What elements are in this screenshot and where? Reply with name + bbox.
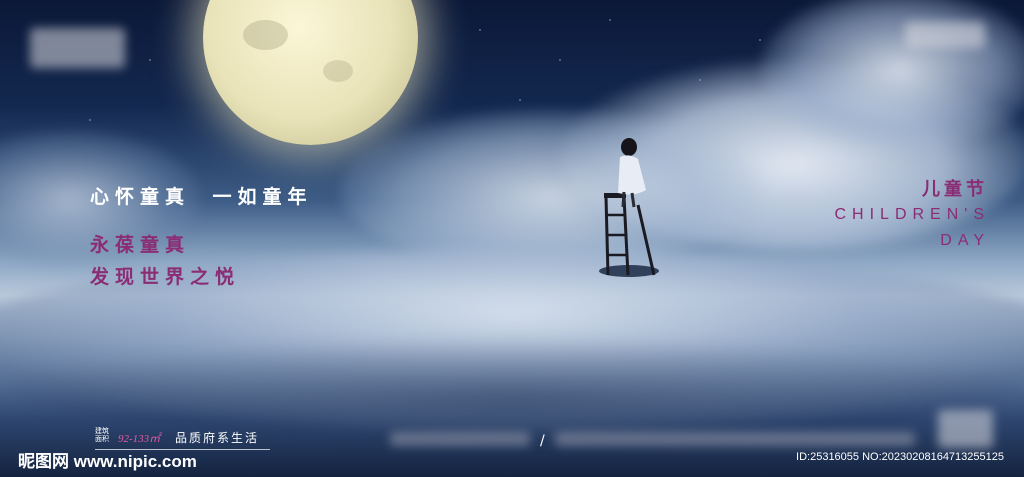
cloud-center: [340, 110, 760, 270]
headline-text: 心怀童真 一如童年: [90, 187, 313, 208]
blurred-info-1: [390, 432, 530, 446]
blurred-info-2: [555, 432, 915, 446]
blurred-logo-right: [905, 22, 985, 48]
area-label: 建筑 面积: [95, 428, 109, 443]
watermark-right: ID:25316055 NO:20230208164713255125: [796, 451, 1004, 463]
area-value: 92-133㎡: [118, 433, 161, 445]
footer-slogan: 品质府系生活: [175, 431, 260, 445]
watermark-left: 昵图网 www.nipic.com: [18, 452, 197, 471]
cloud-sea-dark: [0, 340, 1024, 440]
poster: 心怀童真 一如童年 永葆童真 发现世界之悦 儿童节 CHILDREN'S DAY…: [0, 0, 1024, 477]
blurred-qrcode: [938, 410, 993, 448]
subline-1: 永葆童真: [90, 235, 191, 256]
slash-divider: /: [540, 433, 545, 449]
blurred-logo-left: [30, 28, 125, 68]
girl-on-ladder-illustration: [599, 138, 659, 277]
childrens-day-title-en-1: CHILDREN'S: [834, 206, 990, 223]
childrens-day-title-cn: 儿童节: [922, 179, 988, 199]
childrens-day-title-en-2: DAY: [940, 232, 990, 249]
subline-2: 发现世界之悦: [90, 267, 241, 288]
